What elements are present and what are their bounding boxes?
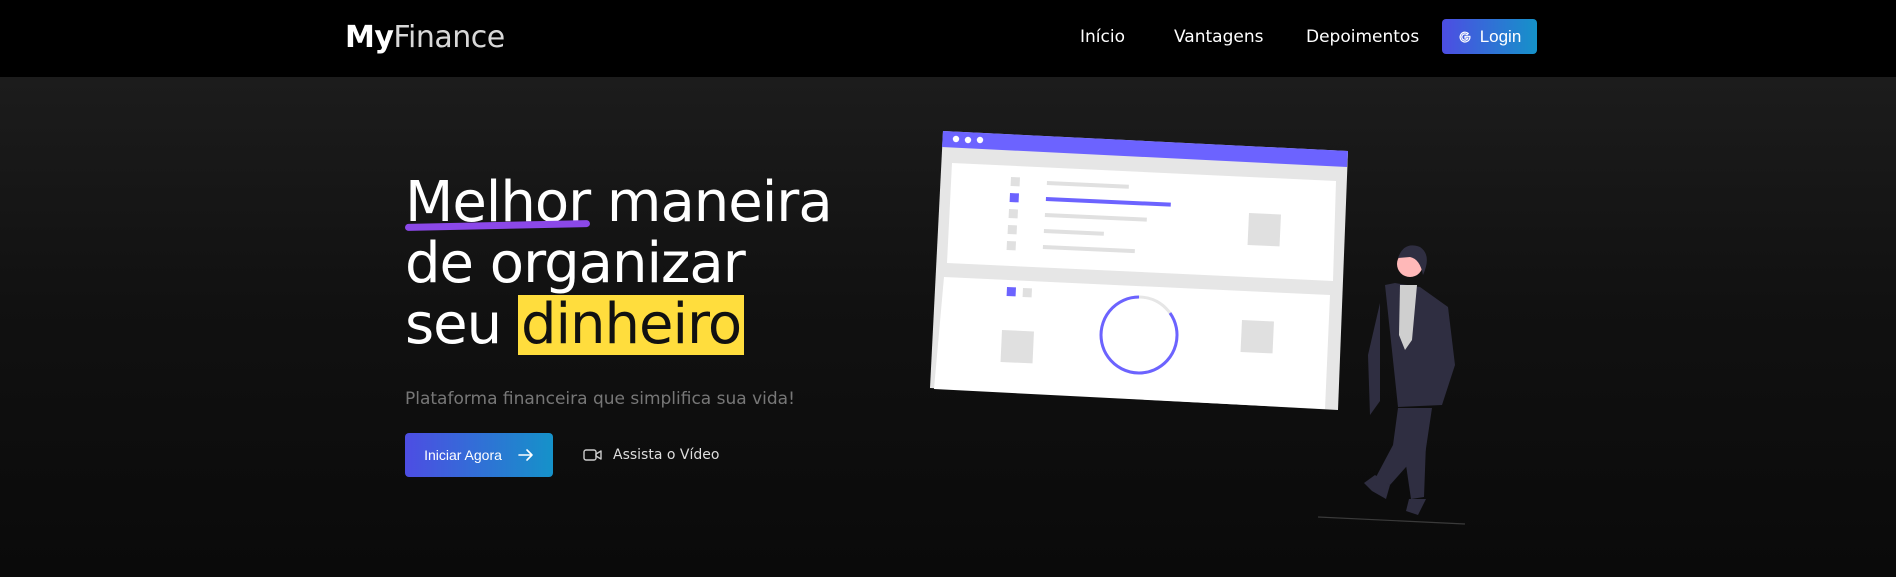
start-now-label: Iniciar Agora [424,447,502,463]
login-button[interactable]: Login [1442,19,1537,54]
headline-line3-start: seu [405,292,502,357]
nav-link-vantagens[interactable]: Vantagens [1174,26,1263,48]
watch-video-link[interactable]: Assista o Vídeo [583,444,719,466]
headline-line2: de organizar [405,231,746,296]
hero-subtitle: Plataforma financeira que simplifica sua… [405,389,795,409]
login-label: Login [1479,26,1522,46]
headline-line1-rest: maneira [606,170,833,235]
google-icon [1459,31,1471,43]
logo-light-text: Finance [393,20,505,55]
watch-video-label: Assista o Vídeo [613,447,720,463]
dashboard-illustration [930,131,1466,525]
start-now-button[interactable]: Iniciar Agora [405,433,553,477]
headline-underlined-word: Melhor [405,170,591,235]
nav-link-depoimentos[interactable]: Depoimentos [1306,26,1419,48]
video-camera-icon [583,449,602,461]
brand-logo[interactable]: MyFinance [345,18,505,58]
arrow-right-icon [518,449,533,461]
top-navbar [0,0,1896,77]
hero-headline: Melhor maneira de organizar seu dinheiro [405,170,833,357]
nav-link-inicio[interactable]: Início [1080,26,1125,48]
headline-highlighted-word: dinheiro [517,295,745,355]
browser-window-graphic [930,131,1348,410]
logo-bold-text: My [345,20,394,55]
